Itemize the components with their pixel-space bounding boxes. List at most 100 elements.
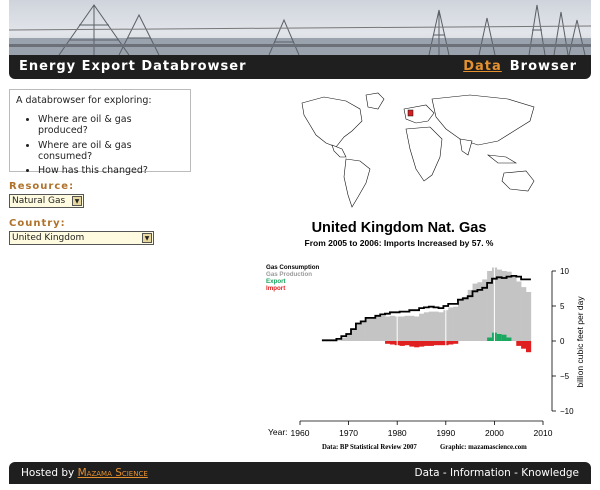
legend-consumption: Gas Consumption <box>266 264 320 271</box>
import-bar <box>404 341 410 346</box>
production-bar <box>496 269 502 341</box>
legend-export: Export <box>266 278 286 285</box>
production-bar <box>457 299 464 341</box>
x-tick-label: 1960 <box>291 428 310 438</box>
import-bar <box>521 341 527 349</box>
map-indonesia <box>487 154 518 164</box>
production-bar <box>516 281 522 341</box>
y-tick-label: −10 <box>560 407 574 416</box>
export-bar <box>506 337 512 341</box>
y-tick-label: 5 <box>560 302 565 311</box>
y-tick-label: 10 <box>560 267 569 276</box>
country-selected-value: United Kingdom <box>12 233 85 243</box>
map-central-america <box>331 144 347 158</box>
resource-select[interactable]: Natural Gas ▼ <box>9 194 84 208</box>
import-bar <box>525 341 532 353</box>
production-bar <box>404 315 410 341</box>
country-label: Country: <box>9 218 66 229</box>
export-bar <box>501 334 507 341</box>
production-bar <box>448 307 454 341</box>
mazama-science-link[interactable]: Mazama Science <box>78 467 148 479</box>
map-africa <box>405 126 443 182</box>
x-tick-label: 1990 <box>436 428 455 438</box>
footer-bar: Hosted by Mazama Science Data - Informat… <box>9 462 591 484</box>
production-bar <box>511 275 517 341</box>
import-bar <box>433 341 439 346</box>
map-north-america <box>301 96 363 148</box>
import-bar <box>516 341 522 346</box>
import-bar <box>438 341 444 346</box>
production-bar <box>370 317 376 341</box>
production-bar <box>419 313 425 341</box>
import-bar <box>423 341 430 346</box>
legend-production: Gas Production <box>266 271 312 278</box>
title-bar: Energy Export Databrowser Data Browser <box>9 55 591 79</box>
production-bar <box>433 311 439 341</box>
footer-links[interactable]: Data - Information - Knowledge <box>415 467 580 479</box>
production-bar <box>438 312 444 341</box>
chevron-down-icon[interactable]: ▼ <box>142 233 152 243</box>
app-title: Energy Export Databrowser <box>19 59 247 74</box>
production-bar <box>462 296 468 341</box>
production-bar <box>501 271 507 341</box>
nav-browser-link[interactable]: Browser <box>510 59 577 74</box>
export-bar <box>496 334 502 341</box>
plot-svg: United Kingdom Nat. Gas From 2005 to 200… <box>266 92 585 451</box>
top-nav: Data Browser <box>463 59 577 74</box>
plot-area: United Kingdom Nat. Gas From 2005 to 200… <box>254 85 591 455</box>
chart-legend: Gas Consumption Gas Production Export Im… <box>266 264 320 292</box>
import-bar <box>414 341 420 348</box>
banner-image <box>9 0 591 55</box>
y-tick-label: −5 <box>560 372 570 381</box>
intro-list: Where are oil & gas produced? Where are … <box>16 114 184 176</box>
production-bar <box>409 315 415 341</box>
app-frame: Energy Export Databrowser Data Browser A … <box>9 0 591 490</box>
map-uk-highlight <box>407 109 414 117</box>
import-bar <box>453 341 459 344</box>
production-bar <box>375 315 381 341</box>
x-axis: 1960 1970 1980 1990 2000 2010 <box>291 420 553 438</box>
export-bar <box>487 337 493 341</box>
y-axis-label: billion cubic feet per day <box>575 296 585 388</box>
production-bar <box>506 271 512 341</box>
resource-label: Resource: <box>9 181 75 192</box>
x-tick-label: 1970 <box>339 428 358 438</box>
country-select[interactable]: United Kingdom ▼ <box>9 231 154 245</box>
nav-data-link[interactable]: Data <box>463 59 502 74</box>
caption-right: Graphic: mazamascience.com <box>440 444 527 451</box>
plot-marks <box>321 267 532 353</box>
production-bar <box>525 292 532 341</box>
x-tick-label: 2010 <box>534 428 553 438</box>
intro-box: A databrowser for exploring: Where are o… <box>9 89 191 176</box>
map-australia <box>501 170 535 192</box>
chevron-down-icon[interactable]: ▼ <box>72 196 82 206</box>
import-bar <box>428 341 434 346</box>
import-bar <box>419 341 425 347</box>
import-bar <box>385 341 391 344</box>
caption-left: Data: BP Statistical Review 2007 <box>322 444 417 451</box>
intro-item: Where are oil & gas consumed? <box>38 140 184 162</box>
x-tick-label: 2000 <box>485 428 504 438</box>
x-axis-label: Year: <box>268 427 288 437</box>
import-bar <box>389 341 396 345</box>
hosted-by: Hosted by Mazama Science <box>21 467 148 479</box>
production-bar <box>428 311 434 341</box>
production-bar <box>521 287 527 341</box>
production-bar <box>423 312 430 341</box>
import-bar <box>409 341 415 347</box>
x-tick-label: 1980 <box>388 428 407 438</box>
production-bar <box>414 316 420 341</box>
map-south-america <box>343 158 371 208</box>
world-map <box>301 92 535 208</box>
import-bar <box>448 341 454 345</box>
import-bar <box>399 341 405 346</box>
production-bar <box>389 315 396 341</box>
chart-subtitle: From 2005 to 2006: Imports Increased by … <box>305 238 494 248</box>
hosted-prefix: Hosted by <box>21 467 75 479</box>
intro-item: Where are oil & gas produced? <box>38 114 184 136</box>
y-axis: 10 5 0 −5 −10 <box>551 267 574 416</box>
intro-heading: A databrowser for exploring: <box>16 95 152 106</box>
map-asia <box>431 94 535 146</box>
production-bar <box>399 316 405 341</box>
production-bar <box>380 315 386 341</box>
